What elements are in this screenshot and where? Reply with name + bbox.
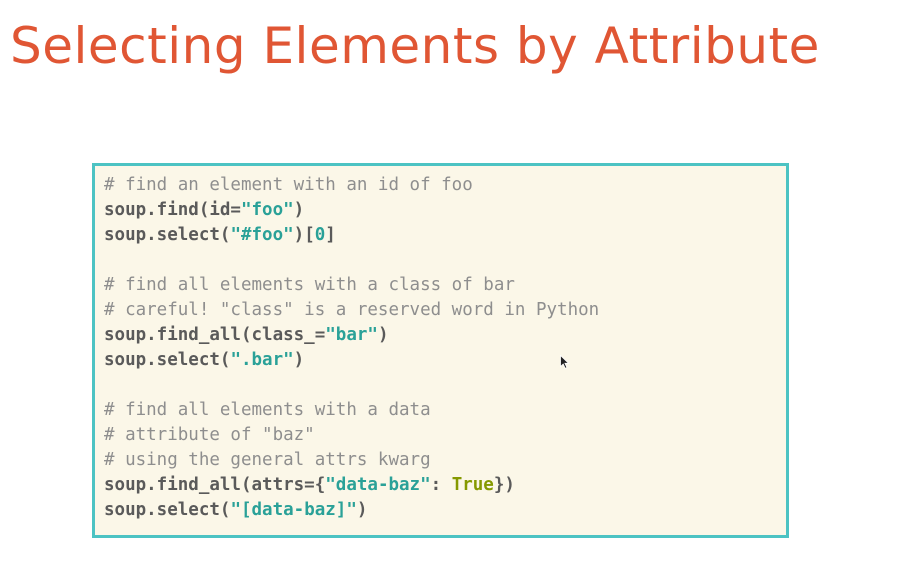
code-token-plain: soup.find_all(class_= <box>104 325 326 345</box>
code-token-plain: ] <box>325 225 336 245</box>
code-line: soup.find_all(class_="bar") <box>104 323 599 348</box>
code-token-plain: ) <box>293 200 305 220</box>
code-token-plain: soup.select( <box>104 350 231 370</box>
code-block: # find an element with an id of foo soup.… <box>92 163 789 538</box>
code-token-number: 0 <box>314 225 326 245</box>
code-token-string: "[data-baz]" <box>230 500 357 520</box>
code-token-comment: # attribute of "baz" <box>104 425 315 445</box>
code-token-plain: }) <box>493 475 515 495</box>
code-token-string: "foo" <box>240 200 294 220</box>
arrow-cursor-icon <box>560 355 570 369</box>
code-token-comment: # find an element with an id of foo <box>104 175 473 195</box>
code-token-plain: soup.find(id= <box>104 200 241 220</box>
code-line: soup.find_all(attrs={"data-baz": True}) <box>104 473 599 498</box>
code-token-string: ".bar" <box>230 350 294 370</box>
code-token-plain: ) <box>293 350 305 370</box>
code-line: # find all elements with a data <box>104 398 599 423</box>
code-token-string: "bar" <box>325 325 378 345</box>
code-token-plain: ) <box>377 325 389 345</box>
code-line: # careful! "class" is a reserved word in… <box>104 298 599 323</box>
code-token-comment: # using the general attrs kwarg <box>104 450 431 470</box>
code-token-string: "#foo" <box>230 225 294 245</box>
code-token-comment: # careful! "class" is a reserved word in… <box>104 300 600 320</box>
code-token-string: "data-baz" <box>325 475 431 495</box>
code-token-comment: # find all elements with a class of bar <box>104 275 515 295</box>
code-lines: # find an element with an id of foo soup.… <box>104 173 599 523</box>
code-token-plain: )[ <box>293 225 315 245</box>
code-token-plain: soup.select( <box>104 500 231 520</box>
code-token-comment: # find all elements with a data <box>104 400 431 420</box>
code-line: soup.select("#foo")[0] <box>104 223 599 248</box>
code-line: soup.select("[data-baz]") <box>104 498 599 523</box>
slide-title: Selecting Elements by Attribute <box>10 17 820 75</box>
code-line: soup.find(id="foo") <box>104 198 599 223</box>
code-line: # find all elements with a class of bar <box>104 273 599 298</box>
code-token-keyword: True <box>451 475 494 495</box>
code-token-plain: : <box>430 475 452 495</box>
code-line: # find an element with an id of foo <box>104 173 599 198</box>
code-token-plain: soup.find_all(attrs={ <box>104 475 326 495</box>
code-token-plain: soup.select( <box>104 225 231 245</box>
code-line: # using the general attrs kwarg <box>104 448 599 473</box>
code-line: soup.select(".bar") <box>104 348 599 373</box>
code-line: # attribute of "baz" <box>104 423 599 448</box>
code-token-plain: ) <box>356 500 368 520</box>
